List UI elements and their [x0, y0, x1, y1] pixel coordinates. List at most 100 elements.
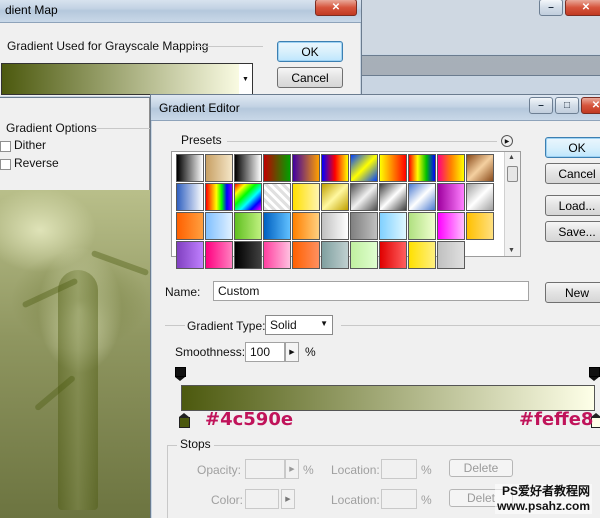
gradient-map-dialog: dient Map ✕ Gradient Used for Grayscale …	[0, 0, 362, 98]
preset-swatch[interactable]	[350, 212, 378, 240]
cancel-button[interactable]: Cancel	[545, 163, 600, 184]
gradient-bar[interactable]	[181, 385, 595, 411]
opacity-stop-left[interactable]	[175, 367, 186, 381]
preset-swatch[interactable]	[176, 154, 204, 182]
gradient-type-value: Solid	[270, 318, 297, 332]
location-unit: %	[421, 463, 432, 477]
watermark-line2: www.psahz.com	[497, 499, 590, 513]
preset-swatch[interactable]	[205, 154, 233, 182]
preset-swatch[interactable]	[321, 154, 349, 182]
background-photo	[0, 190, 160, 518]
preset-swatch[interactable]	[292, 212, 320, 240]
reverse-label: Reverse	[14, 156, 59, 170]
divider	[341, 325, 600, 326]
ok-button[interactable]: OK	[277, 41, 343, 62]
preset-swatch[interactable]	[466, 154, 494, 182]
presets-scrollbar[interactable]: ▲ ▼	[504, 152, 520, 256]
preset-swatch[interactable]	[350, 154, 378, 182]
preset-swatch[interactable]	[263, 183, 291, 211]
delete-opacity-button[interactable]: Delete	[449, 459, 513, 477]
tree-trunk	[58, 270, 98, 510]
opacity-stop-right[interactable]	[589, 367, 600, 381]
preset-swatch[interactable]	[408, 154, 436, 182]
opacity-input[interactable]	[245, 459, 285, 479]
gradient-preview[interactable]	[1, 63, 247, 95]
preset-swatch[interactable]	[321, 241, 349, 269]
preset-swatch[interactable]	[466, 183, 494, 211]
minimize-icon[interactable]: –	[539, 0, 563, 16]
preset-swatch[interactable]	[466, 212, 494, 240]
preset-swatch[interactable]	[205, 241, 233, 269]
gradient-dropdown[interactable]: ▼	[239, 63, 253, 95]
close-icon[interactable]: ✕	[565, 0, 600, 16]
cancel-button[interactable]: Cancel	[277, 67, 343, 88]
divider	[165, 325, 185, 326]
preset-swatch[interactable]	[176, 212, 204, 240]
preset-swatch[interactable]	[234, 212, 262, 240]
preset-swatch[interactable]	[321, 183, 349, 211]
preset-swatch[interactable]	[379, 241, 407, 269]
preset-swatch[interactable]	[205, 212, 233, 240]
color-menu-icon[interactable]: ▶	[281, 489, 295, 509]
gradient-type-label: Gradient Type:	[187, 319, 266, 333]
preset-swatch[interactable]	[321, 212, 349, 240]
stop-cap	[589, 367, 600, 377]
preset-swatch[interactable]	[379, 154, 407, 182]
smoothness-stepper[interactable]: ▶	[285, 342, 299, 362]
preset-swatch[interactable]	[292, 154, 320, 182]
preset-swatch[interactable]	[292, 183, 320, 211]
location2-input[interactable]	[381, 489, 417, 509]
end-color-label: #feffe8	[519, 409, 594, 430]
chevron-right-icon: ▶	[289, 349, 295, 356]
preset-swatches	[176, 154, 500, 269]
location-input[interactable]	[381, 459, 417, 479]
preset-swatch[interactable]	[350, 183, 378, 211]
close-icon[interactable]: ✕	[581, 97, 600, 114]
name-input[interactable]: Custom	[213, 281, 529, 301]
preset-swatch[interactable]	[263, 241, 291, 269]
preset-swatch[interactable]	[292, 241, 320, 269]
preset-swatch[interactable]	[176, 183, 204, 211]
minimize-icon[interactable]: –	[529, 97, 553, 114]
preset-swatch[interactable]	[408, 241, 436, 269]
gradient-map-titlebar[interactable]: dient Map ✕	[0, 0, 361, 23]
preset-swatch[interactable]	[234, 154, 262, 182]
preset-swatch[interactable]	[350, 241, 378, 269]
preset-swatch[interactable]	[263, 212, 291, 240]
preset-swatch[interactable]	[408, 183, 436, 211]
save-button[interactable]: Save...	[545, 221, 600, 242]
maximize-icon[interactable]: □	[555, 97, 579, 114]
preset-swatch[interactable]	[379, 183, 407, 211]
gradient-options-label: Gradient Options	[6, 121, 97, 135]
ok-button[interactable]: OK	[545, 137, 600, 158]
scrollbar-thumb[interactable]	[507, 166, 518, 182]
preset-swatch[interactable]	[205, 183, 233, 211]
color-swatch[interactable]	[245, 489, 279, 509]
preset-swatch[interactable]	[379, 212, 407, 240]
load-button[interactable]: Load...	[545, 195, 600, 216]
window-title: Gradient Editor	[159, 101, 240, 115]
presets-list: ▲ ▼	[171, 151, 521, 269]
smoothness-input[interactable]: 100	[245, 342, 285, 362]
close-icon[interactable]: ✕	[315, 0, 357, 16]
preset-swatch[interactable]	[234, 183, 262, 211]
opacity-stepper[interactable]: ▶	[285, 459, 299, 479]
gradient-type-select[interactable]: Solid ▼	[265, 315, 333, 335]
preset-swatch[interactable]	[408, 212, 436, 240]
preset-swatch[interactable]	[437, 183, 465, 211]
reverse-checkbox[interactable]	[0, 159, 11, 170]
preset-swatch[interactable]	[437, 212, 465, 240]
gradient-editor-titlebar[interactable]: Gradient Editor – □ ✕	[151, 95, 600, 121]
location2-label: Location:	[331, 493, 380, 507]
dither-checkbox[interactable]	[0, 141, 11, 152]
scroll-up-icon[interactable]: ▲	[508, 154, 515, 161]
preset-swatch[interactable]	[234, 241, 262, 269]
preset-swatch[interactable]	[437, 154, 465, 182]
preset-swatch[interactable]	[263, 154, 291, 182]
color-stop-left[interactable]	[179, 413, 190, 429]
scroll-down-icon[interactable]: ▼	[508, 247, 515, 254]
preset-swatch[interactable]	[437, 241, 465, 269]
preset-swatch[interactable]	[176, 241, 204, 269]
presets-menu-icon[interactable]: ▶	[501, 135, 513, 147]
new-button[interactable]: New	[545, 282, 600, 303]
